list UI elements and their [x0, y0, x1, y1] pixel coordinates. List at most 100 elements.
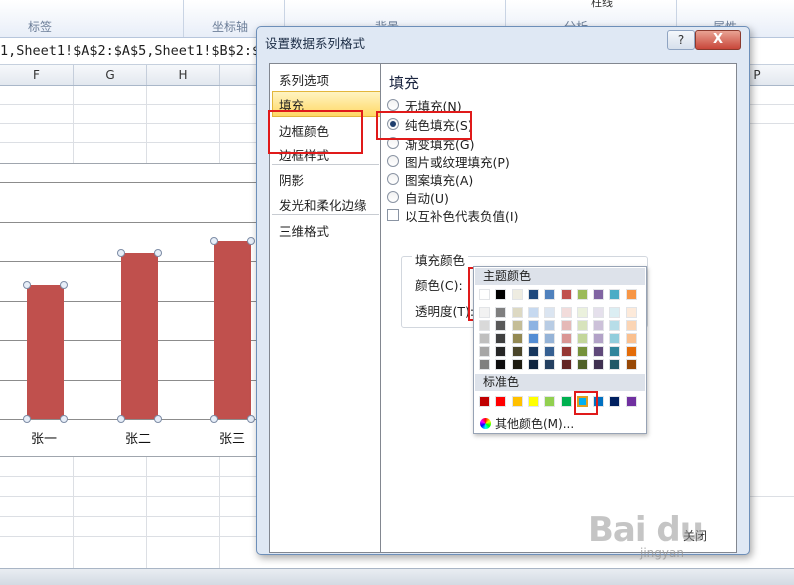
theme-shade-swatch[interactable] [609, 307, 621, 318]
radio-pattern-fill[interactable] [387, 173, 399, 185]
ribbon-item-label[interactable]: 柱线 [591, 0, 613, 10]
radio-picture-fill[interactable] [387, 155, 399, 167]
theme-shade-swatch[interactable] [527, 346, 539, 357]
standard-color-swatch[interactable] [479, 396, 490, 407]
theme-shade-swatch[interactable] [593, 346, 605, 357]
theme-shade-swatch[interactable] [576, 307, 588, 318]
nav-item-3d-format[interactable]: 三维格式 [279, 221, 329, 240]
chart-bar[interactable] [120, 253, 158, 419]
sheet-scrollbar[interactable] [0, 568, 794, 585]
checkbox-invert-negative[interactable] [387, 209, 399, 221]
theme-shade-swatch[interactable] [609, 346, 621, 357]
nav-item-shadow[interactable]: 阴影 [279, 170, 304, 189]
theme-shade-swatch[interactable] [511, 346, 523, 357]
standard-color-swatch[interactable] [544, 396, 556, 407]
selection-handle[interactable] [59, 415, 68, 423]
theme-shade-swatch[interactable] [479, 307, 490, 318]
selection-handle[interactable] [153, 249, 162, 258]
theme-shade-swatch[interactable] [625, 333, 637, 344]
theme-color-swatch[interactable] [609, 289, 621, 300]
theme-shade-swatch[interactable] [625, 346, 637, 357]
theme-shade-swatch[interactable] [527, 359, 539, 370]
standard-color-swatch[interactable] [527, 396, 539, 407]
theme-shade-swatch[interactable] [495, 359, 507, 370]
theme-shade-swatch[interactable] [593, 307, 605, 318]
theme-color-swatch[interactable] [576, 289, 588, 300]
theme-shade-swatch[interactable] [544, 359, 556, 370]
standard-color-swatch[interactable] [511, 396, 523, 407]
theme-shade-swatch[interactable] [479, 320, 490, 331]
theme-shade-swatch[interactable] [576, 346, 588, 357]
theme-shade-swatch[interactable] [593, 333, 605, 344]
theme-shade-swatch[interactable] [495, 320, 507, 331]
selection-handle[interactable] [22, 415, 31, 423]
theme-shade-swatch[interactable] [479, 333, 490, 344]
standard-color-swatch[interactable] [560, 396, 572, 407]
theme-color-swatch[interactable] [495, 289, 507, 300]
theme-shade-swatch[interactable] [544, 346, 556, 357]
nav-item-glow-soft-edges[interactable]: 发光和柔化边缘 [279, 195, 367, 214]
ribbon-group-labels[interactable]: 标签 [0, 0, 184, 37]
theme-shade-swatch[interactable] [479, 359, 490, 370]
close-icon[interactable]: X [695, 30, 741, 50]
selection-handle[interactable] [209, 237, 218, 246]
theme-color-swatch[interactable] [593, 289, 605, 300]
column-header-f[interactable]: F [0, 65, 74, 85]
standard-color-swatch[interactable] [609, 396, 621, 407]
theme-shade-swatch[interactable] [511, 333, 523, 344]
selection-handle[interactable] [22, 280, 31, 289]
theme-shade-swatch[interactable] [625, 320, 637, 331]
standard-color-swatch[interactable] [625, 396, 637, 407]
theme-shade-swatch[interactable] [511, 359, 523, 370]
standard-color-swatch[interactable] [495, 396, 507, 407]
selection-handle[interactable] [153, 415, 162, 423]
theme-color-swatch[interactable] [479, 289, 490, 300]
theme-shade-swatch[interactable] [495, 333, 507, 344]
theme-color-swatch[interactable] [527, 289, 539, 300]
theme-shade-swatch[interactable] [560, 359, 572, 370]
theme-shade-swatch[interactable] [625, 307, 637, 318]
chart-area[interactable] [0, 163, 262, 457]
selection-handle[interactable] [116, 415, 125, 423]
theme-shade-swatch[interactable] [495, 346, 507, 357]
theme-shade-swatch[interactable] [511, 307, 523, 318]
theme-shade-swatch[interactable] [544, 333, 556, 344]
theme-shade-swatch[interactable] [511, 320, 523, 331]
theme-shade-swatch[interactable] [479, 346, 490, 357]
column-header-g[interactable]: G [74, 65, 147, 85]
theme-shade-swatch[interactable] [593, 320, 605, 331]
theme-shade-swatch[interactable] [609, 320, 621, 331]
theme-shade-swatch[interactable] [609, 359, 621, 370]
theme-shade-swatch[interactable] [576, 333, 588, 344]
theme-shade-swatch[interactable] [527, 320, 539, 331]
radio-automatic[interactable] [387, 191, 399, 203]
theme-color-swatch[interactable] [511, 289, 523, 300]
theme-color-swatch[interactable] [560, 289, 572, 300]
selection-handle[interactable] [209, 415, 218, 423]
selection-handle[interactable] [59, 280, 68, 289]
nav-item-series-options[interactable]: 系列选项 [279, 70, 329, 89]
theme-shade-swatch[interactable] [593, 359, 605, 370]
theme-shade-swatch[interactable] [527, 307, 539, 318]
theme-shade-swatch[interactable] [560, 307, 572, 318]
theme-shade-swatch[interactable] [609, 333, 621, 344]
theme-shade-swatch[interactable] [495, 307, 507, 318]
theme-shade-swatch[interactable] [527, 333, 539, 344]
help-button[interactable]: ? [667, 30, 695, 50]
selection-handle[interactable] [246, 237, 255, 246]
chart-bar[interactable] [213, 241, 251, 419]
theme-shade-swatch[interactable] [625, 359, 637, 370]
radio-no-fill[interactable] [387, 99, 399, 111]
selection-handle[interactable] [246, 415, 255, 423]
selection-handle[interactable] [116, 249, 125, 258]
chart-bar[interactable] [26, 284, 64, 419]
theme-shade-swatch[interactable] [560, 320, 572, 331]
theme-shade-swatch[interactable] [576, 359, 588, 370]
theme-shade-swatch[interactable] [544, 320, 556, 331]
column-header-h[interactable]: H [147, 65, 220, 85]
theme-shade-swatch[interactable] [544, 307, 556, 318]
more-colors-item[interactable]: 其他颜色(M)... [480, 415, 574, 432]
theme-color-swatch[interactable] [544, 289, 556, 300]
theme-shade-swatch[interactable] [576, 320, 588, 331]
theme-shade-swatch[interactable] [560, 346, 572, 357]
